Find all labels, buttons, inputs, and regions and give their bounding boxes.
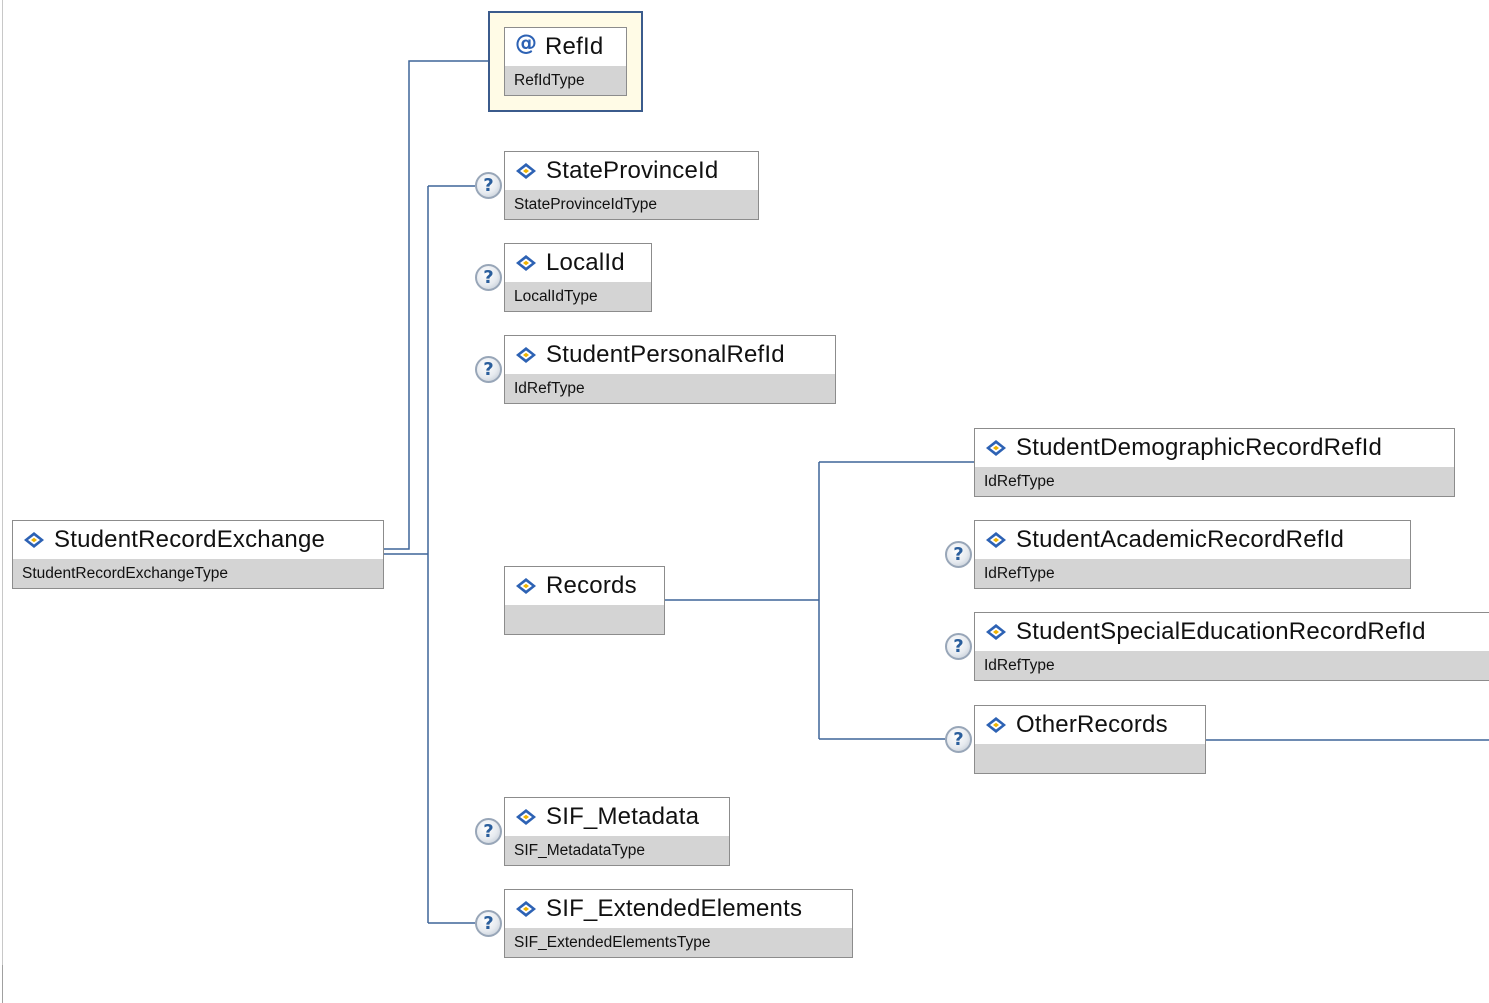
root-to-attribute-connector xyxy=(383,60,488,550)
element-icon xyxy=(516,163,536,179)
element-type: StateProvinceIdType xyxy=(514,196,658,213)
optional-icon: ? xyxy=(945,726,972,753)
element-node-studentspecialeducationrecordrefid[interactable]: StudentSpecialEducationRecordRefId IdRef… xyxy=(974,612,1489,681)
element-icon xyxy=(24,532,44,548)
element-node-studentacademicrecordrefid[interactable]: StudentAcademicRecordRefId IdRefType xyxy=(974,520,1411,589)
element-name: SIF_ExtendedElements xyxy=(546,895,803,922)
element-node-otherrecords[interactable]: OtherRecords xyxy=(974,705,1206,774)
element-name: OtherRecords xyxy=(1016,711,1168,738)
element-name: SIF_Metadata xyxy=(546,803,700,830)
element-icon xyxy=(986,532,1006,548)
element-icon xyxy=(516,901,536,917)
element-icon xyxy=(986,440,1006,456)
attribute-icon: @ xyxy=(515,31,537,56)
optional-icon: ? xyxy=(475,818,502,845)
attribute-refid-node[interactable]: @ RefId RefIdType xyxy=(504,27,627,96)
optional-icon: ? xyxy=(475,356,502,383)
element-node-sif-metadata[interactable]: SIF_Metadata SIF_MetadataType xyxy=(504,797,730,866)
attribute-type: RefIdType xyxy=(514,72,585,89)
root-element-name: StudentRecordExchange xyxy=(54,526,326,553)
element-name: LocalId xyxy=(546,249,625,276)
element-icon xyxy=(516,347,536,363)
element-type: IdRefType xyxy=(984,565,1055,582)
element-name: StateProvinceId xyxy=(546,157,719,184)
root-element-type: StudentRecordExchangeType xyxy=(22,565,228,582)
element-icon xyxy=(516,578,536,594)
element-type: LocalIdType xyxy=(514,288,598,305)
element-node-sif-extendedelements[interactable]: SIF_ExtendedElements SIF_ExtendedElement… xyxy=(504,889,853,958)
element-node-stateprovinceid[interactable]: StateProvinceId StateProvinceIdType xyxy=(504,151,759,220)
element-icon xyxy=(516,255,536,271)
element-node-localid[interactable]: LocalId LocalIdType xyxy=(504,243,652,312)
element-type: SIF_MetadataType xyxy=(514,842,645,859)
optional-icon: ? xyxy=(475,264,502,291)
optional-icon: ? xyxy=(475,910,502,937)
element-name: StudentAcademicRecordRefId xyxy=(1016,526,1345,553)
element-type: IdRefType xyxy=(514,380,585,397)
element-name: StudentDemographicRecordRefId xyxy=(1016,434,1382,461)
optional-icon: ? xyxy=(475,172,502,199)
element-name: StudentPersonalRefId xyxy=(546,341,785,368)
optional-icon: ? xyxy=(945,633,972,660)
element-node-studentdemographicrecordrefid[interactable]: StudentDemographicRecordRefId IdRefType xyxy=(974,428,1455,497)
root-element-node[interactable]: StudentRecordExchange StudentRecordExcha… xyxy=(12,520,384,589)
element-type: IdRefType xyxy=(984,657,1055,674)
element-node-studentpersonalrefid[interactable]: StudentPersonalRefId IdRefType xyxy=(504,335,836,404)
element-icon xyxy=(986,624,1006,640)
element-node-records[interactable]: Records xyxy=(504,566,665,635)
element-icon xyxy=(986,717,1006,733)
element-name: Records xyxy=(546,572,637,599)
optional-icon: ? xyxy=(945,541,972,568)
element-type: IdRefType xyxy=(984,473,1055,490)
element-name: StudentSpecialEducationRecordRefId xyxy=(1016,618,1426,645)
element-icon xyxy=(516,809,536,825)
element-type: SIF_ExtendedElementsType xyxy=(514,934,711,951)
attribute-name: RefId xyxy=(545,33,604,60)
